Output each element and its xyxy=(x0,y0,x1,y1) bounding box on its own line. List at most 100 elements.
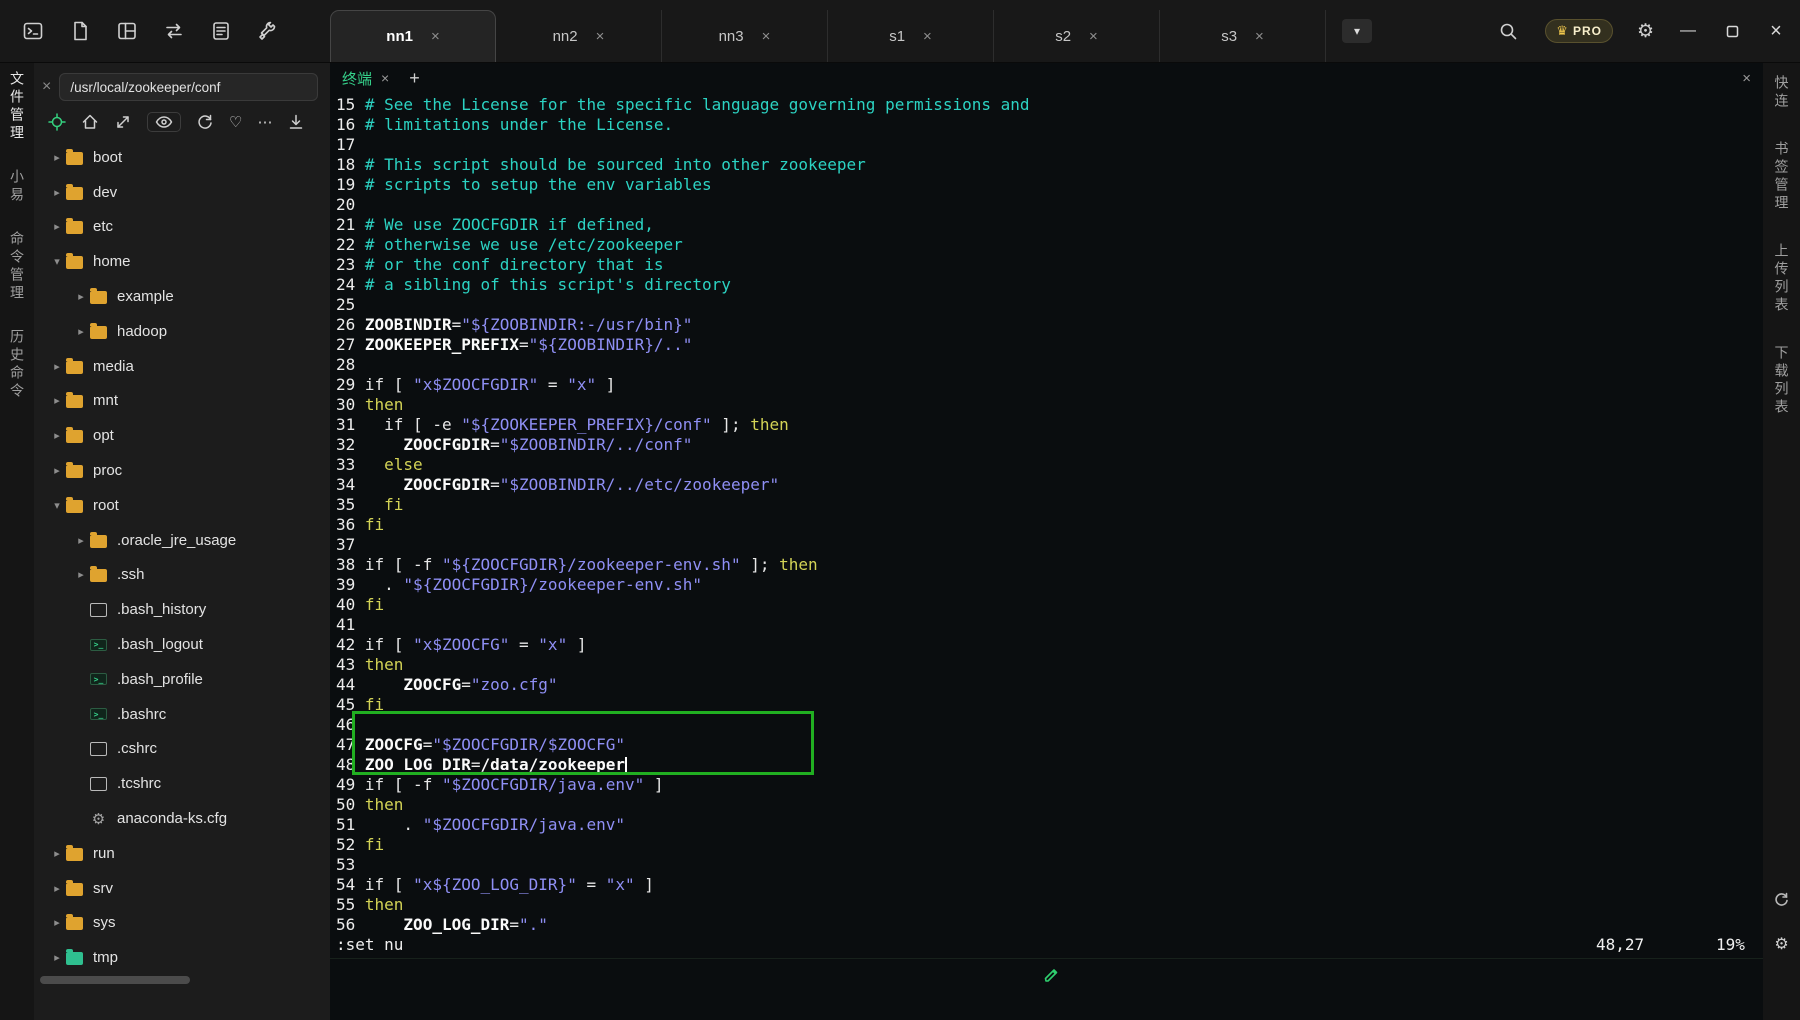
close-file-panel-icon[interactable]: × xyxy=(42,78,51,96)
chevron-down-icon[interactable]: ▾ xyxy=(48,255,66,268)
tree-label: media xyxy=(93,358,134,375)
session-tab-s2[interactable]: s2× xyxy=(994,10,1160,62)
sync-icon[interactable] xyxy=(1773,891,1790,908)
tree-item-opt[interactable]: ▸opt xyxy=(34,418,330,453)
session-tab-s3[interactable]: s3× xyxy=(1160,10,1326,62)
expand-icon[interactable] xyxy=(114,113,132,131)
tree-item-tmp[interactable]: ▸tmp xyxy=(34,940,330,975)
session-tab-nn1[interactable]: nn1× xyxy=(330,10,496,62)
chevron-right-icon[interactable]: ▸ xyxy=(48,360,66,373)
terminal-icon[interactable] xyxy=(20,18,46,44)
code-area: 15# See the License for the specific lan… xyxy=(336,95,1763,935)
terminal-tab-close-icon[interactable]: × xyxy=(381,70,389,86)
chevron-right-icon[interactable]: ▸ xyxy=(72,325,90,338)
line-number: 42 xyxy=(336,635,355,655)
chevron-right-icon[interactable]: ▸ xyxy=(48,951,66,964)
tree-item-home[interactable]: ▾home xyxy=(34,244,330,279)
terminal-screen[interactable]: 15# See the License for the specific lan… xyxy=(330,93,1763,958)
tree-item-example[interactable]: ▸example xyxy=(34,279,330,314)
session-tab-nn2[interactable]: nn2× xyxy=(496,10,662,62)
session-tab-s1[interactable]: s1× xyxy=(828,10,994,62)
tab-close-icon[interactable]: × xyxy=(923,28,932,45)
rail-item-history-commands[interactable]: 历史命令 xyxy=(10,329,24,401)
minimize-button[interactable]: — xyxy=(1678,21,1698,41)
rail-item-file-manager[interactable]: 文件管理 xyxy=(10,71,24,143)
tree-item-anaconda-ks.cfg[interactable]: ⚙anaconda-ks.cfg xyxy=(34,801,330,836)
rail-item-bookmark-manager[interactable]: 书签管理 xyxy=(1775,141,1789,213)
search-icon[interactable] xyxy=(1495,18,1521,44)
tree-item-etc[interactable]: ▸etc xyxy=(34,210,330,245)
session-tab-nn3[interactable]: nn3× xyxy=(662,10,828,62)
chevron-right-icon[interactable]: ▸ xyxy=(48,394,66,407)
tree-item-mnt[interactable]: ▸mnt xyxy=(34,384,330,419)
path-input[interactable] xyxy=(59,73,318,101)
tree-item-.tcshrc[interactable]: .tcshrc xyxy=(34,766,330,801)
tab-close-icon[interactable]: × xyxy=(596,28,605,45)
rail-item-command-manager[interactable]: 命令管理 xyxy=(10,231,24,303)
layout-icon[interactable] xyxy=(114,18,140,44)
tree-item-proc[interactable]: ▸proc xyxy=(34,453,330,488)
chevron-right-icon[interactable]: ▸ xyxy=(48,429,66,442)
close-button[interactable]: × xyxy=(1766,21,1786,41)
tree-item-hadoop[interactable]: ▸hadoop xyxy=(34,314,330,349)
tree-item-.bashrc[interactable]: >_.bashrc xyxy=(34,697,330,732)
tab-close-icon[interactable]: × xyxy=(762,28,771,45)
rail-item-assistant[interactable]: 小易 xyxy=(10,169,24,205)
tree-label: .cshrc xyxy=(117,740,157,757)
tree-item-.bash_history[interactable]: .bash_history xyxy=(34,592,330,627)
chevron-right-icon[interactable]: ▸ xyxy=(48,151,66,164)
document-icon[interactable] xyxy=(208,18,234,44)
eye-icon[interactable] xyxy=(147,112,181,132)
tab-overflow-button[interactable]: ▾ xyxy=(1342,19,1372,43)
tree-item-srv[interactable]: ▸srv xyxy=(34,871,330,906)
chevron-right-icon[interactable]: ▸ xyxy=(72,534,90,547)
chevron-right-icon[interactable]: ▸ xyxy=(48,882,66,895)
chevron-right-icon[interactable]: ▸ xyxy=(72,568,90,581)
code-line: 55then xyxy=(336,895,1763,915)
tree-item-boot[interactable]: ▸boot xyxy=(34,140,330,175)
rail-item-upload-list[interactable]: 上传列表 xyxy=(1775,243,1789,315)
folder-icon xyxy=(66,848,83,861)
tree-item-media[interactable]: ▸ media xyxy=(34,349,330,384)
horizontal-scrollbar[interactable] xyxy=(40,976,190,984)
rail-item-quick-connect[interactable]: 快连 xyxy=(1775,75,1789,111)
transfer-icon[interactable] xyxy=(161,18,187,44)
home-icon[interactable] xyxy=(81,113,99,131)
chevron-right-icon[interactable]: ▸ xyxy=(48,220,66,233)
chevron-down-icon[interactable]: ▾ xyxy=(48,499,66,512)
more-icon[interactable]: ⋯ xyxy=(257,113,272,131)
vim-cursor-position: 48,27 xyxy=(1596,935,1644,955)
terminal-tab[interactable]: 终端 × xyxy=(342,68,389,89)
tree-item-sys[interactable]: ▸sys xyxy=(34,906,330,941)
tab-close-icon[interactable]: × xyxy=(431,28,440,45)
tree-item-root[interactable]: ▾root xyxy=(34,488,330,523)
right-rail-gear-icon[interactable]: ⚙ xyxy=(1774,934,1788,954)
favorite-icon[interactable]: ♡ xyxy=(229,113,242,131)
tree-item-.bash_logout[interactable]: >_.bash_logout xyxy=(34,627,330,662)
tree-item-dev[interactable]: ▸dev xyxy=(34,175,330,210)
locate-icon[interactable] xyxy=(48,113,66,131)
file-icon[interactable] xyxy=(67,18,93,44)
tree-item-.bash_profile[interactable]: >_.bash_profile xyxy=(34,662,330,697)
download-icon[interactable] xyxy=(287,113,305,131)
chevron-right-icon[interactable]: ▸ xyxy=(48,916,66,929)
settings-gear-icon[interactable]: ⚙ xyxy=(1637,20,1654,43)
refresh-icon[interactable] xyxy=(196,113,214,131)
chevron-right-icon[interactable]: ▸ xyxy=(72,290,90,303)
add-terminal-icon[interactable]: + xyxy=(409,68,420,89)
quick-edit-pencil-icon[interactable] xyxy=(340,967,1763,984)
rail-item-download-list[interactable]: 下载列表 xyxy=(1775,345,1789,417)
terminal-panel-close-icon[interactable]: × xyxy=(1742,70,1751,87)
tab-close-icon[interactable]: × xyxy=(1255,28,1264,45)
chevron-right-icon[interactable]: ▸ xyxy=(48,186,66,199)
chevron-right-icon[interactable]: ▸ xyxy=(48,464,66,477)
pro-badge[interactable]: ♛ PRO xyxy=(1545,19,1613,43)
tree-item-.cshrc[interactable]: .cshrc xyxy=(34,732,330,767)
maximize-button[interactable] xyxy=(1722,21,1742,41)
chevron-right-icon[interactable]: ▸ xyxy=(48,847,66,860)
tools-icon[interactable] xyxy=(255,18,281,44)
tree-item-run[interactable]: ▸run xyxy=(34,836,330,871)
tab-close-icon[interactable]: × xyxy=(1089,28,1098,45)
tree-item-.ssh[interactable]: ▸.ssh xyxy=(34,558,330,593)
tree-item-.oracle_jre_usage[interactable]: ▸.oracle_jre_usage xyxy=(34,523,330,558)
